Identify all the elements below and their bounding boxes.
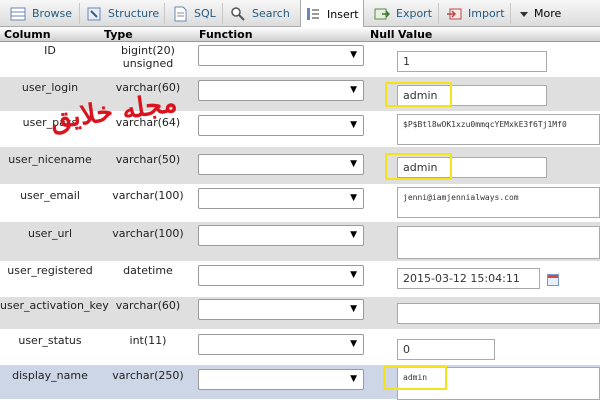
highlight-box <box>385 82 452 107</box>
field-name: user_nicename <box>8 153 92 166</box>
table-row: display_name varchar(250) ▼ admin <box>0 365 600 400</box>
field-name: user_login <box>21 81 79 94</box>
table-row: user_status int(11) ▼ 0 <box>0 330 600 365</box>
dropdown-arrow-icon: ▼ <box>350 85 357 95</box>
table-row: user_url varchar(100) ▼ <box>0 222 600 262</box>
dropdown-arrow-icon: ▼ <box>350 374 357 384</box>
table-row: user_nicename varchar(50) ▼ admin <box>0 147 600 185</box>
more-dropdown-icon <box>518 6 530 22</box>
tab-structure[interactable]: Structure <box>82 0 162 27</box>
dropdown-arrow-icon: ▼ <box>350 270 357 280</box>
function-select[interactable]: ▼ <box>198 115 364 136</box>
field-type: varchar(60) <box>115 299 181 312</box>
structure-icon <box>86 6 102 22</box>
tab-sql-label: SQL <box>194 7 216 20</box>
field-type: int(11) <box>129 334 167 347</box>
field-type: datetime <box>123 264 173 277</box>
field-name: user_email <box>20 189 80 202</box>
header-function: Function <box>199 28 253 41</box>
export-icon <box>374 6 391 22</box>
field-name: display_name <box>12 369 88 382</box>
dropdown-arrow-icon: ▼ <box>350 120 357 130</box>
value-input[interactable]: 1 <box>397 51 547 72</box>
table-row: user_email varchar(100) ▼ jenni@iamjenni… <box>0 185 600 222</box>
field-name: user_status <box>18 334 82 347</box>
table-header: Column Type Function Null Value <box>0 27 600 42</box>
tab-more[interactable]: More <box>514 0 574 27</box>
tab-sql[interactable]: SQL <box>168 0 220 27</box>
import-icon <box>446 6 462 22</box>
tab-browse-label: Browse <box>32 7 73 20</box>
function-select[interactable]: ▼ <box>198 299 364 320</box>
field-type: varchar(250) <box>112 369 184 382</box>
field-type: bigint(20) unsigned <box>121 44 175 70</box>
value-input[interactable] <box>397 226 600 259</box>
tab-bar: Browse Structure SQL Search Insert Expor… <box>0 0 600 28</box>
header-null: Null <box>370 28 395 41</box>
tab-import[interactable]: Import <box>442 0 508 27</box>
highlight-box <box>383 366 447 390</box>
header-column: Column <box>4 28 51 41</box>
tab-insert-label: Insert <box>327 7 359 21</box>
dropdown-arrow-icon: ▼ <box>350 159 357 169</box>
value-text: jenni@iamjennialways.com <box>403 193 519 202</box>
dropdown-arrow-icon: ▼ <box>350 339 357 349</box>
header-value: Value <box>398 28 433 41</box>
dropdown-arrow-icon: ▼ <box>350 193 357 203</box>
tab-search[interactable]: Search <box>226 0 296 27</box>
tab-structure-label: Structure <box>108 7 160 20</box>
value-text: 1 <box>403 55 410 68</box>
table-row: user_registered datetime ▼ 2015-03-12 15… <box>0 262 600 297</box>
function-select[interactable]: ▼ <box>198 45 364 66</box>
tab-search-label: Search <box>252 7 290 20</box>
table-row: user_activation_key varchar(60) ▼ <box>0 297 600 330</box>
calendar-icon[interactable] <box>547 274 559 286</box>
tab-export-label: Export <box>396 7 433 20</box>
datetime-input[interactable]: 2015-03-12 15:04:11 <box>397 268 540 289</box>
value-text: 2015-03-12 15:04:11 <box>403 272 520 285</box>
value-text: $P$Btl8wOK1xzu0mmqcYEMxkE3f6Tj1Mf0 <box>403 120 567 129</box>
function-select[interactable]: ▼ <box>198 80 364 101</box>
function-select[interactable]: ▼ <box>198 188 364 209</box>
field-name: user_registered <box>7 264 93 277</box>
function-select[interactable]: ▼ <box>198 334 364 355</box>
value-text: 0 <box>403 343 410 356</box>
field-name: user_activation_key <box>0 299 109 312</box>
dropdown-arrow-icon: ▼ <box>350 304 357 314</box>
field-name: ID <box>44 44 56 57</box>
function-select[interactable]: ▼ <box>198 225 364 246</box>
value-input[interactable]: $P$Btl8wOK1xzu0mmqcYEMxkE3f6Tj1Mf0 <box>397 114 600 145</box>
sql-icon <box>172 6 188 22</box>
value-input[interactable] <box>397 303 600 324</box>
tab-more-label: More <box>534 7 562 20</box>
browse-icon <box>10 6 26 22</box>
insert-icon <box>305 6 321 22</box>
value-input[interactable]: 0 <box>397 339 495 360</box>
tab-browse[interactable]: Browse <box>6 0 76 27</box>
value-input[interactable]: jenni@iamjennialways.com <box>397 187 600 218</box>
dropdown-arrow-icon: ▼ <box>350 230 357 240</box>
tab-export[interactable]: Export <box>370 0 436 27</box>
header-type: Type <box>104 28 133 41</box>
tab-insert[interactable]: Insert <box>300 0 364 28</box>
function-select[interactable]: ▼ <box>198 265 364 286</box>
field-type: varchar(50) <box>115 153 181 166</box>
field-name: user_url <box>27 227 73 240</box>
field-type: varchar(100) <box>112 227 184 240</box>
tab-import-label: Import <box>468 7 505 20</box>
table-row: ID bigint(20) unsigned ▼ 1 <box>0 42 600 77</box>
function-select[interactable]: ▼ <box>198 369 364 390</box>
function-select[interactable]: ▼ <box>198 154 364 175</box>
field-type: varchar(100) <box>112 189 184 202</box>
highlight-box <box>385 153 452 180</box>
dropdown-arrow-icon: ▼ <box>350 50 357 60</box>
search-icon <box>230 6 246 22</box>
